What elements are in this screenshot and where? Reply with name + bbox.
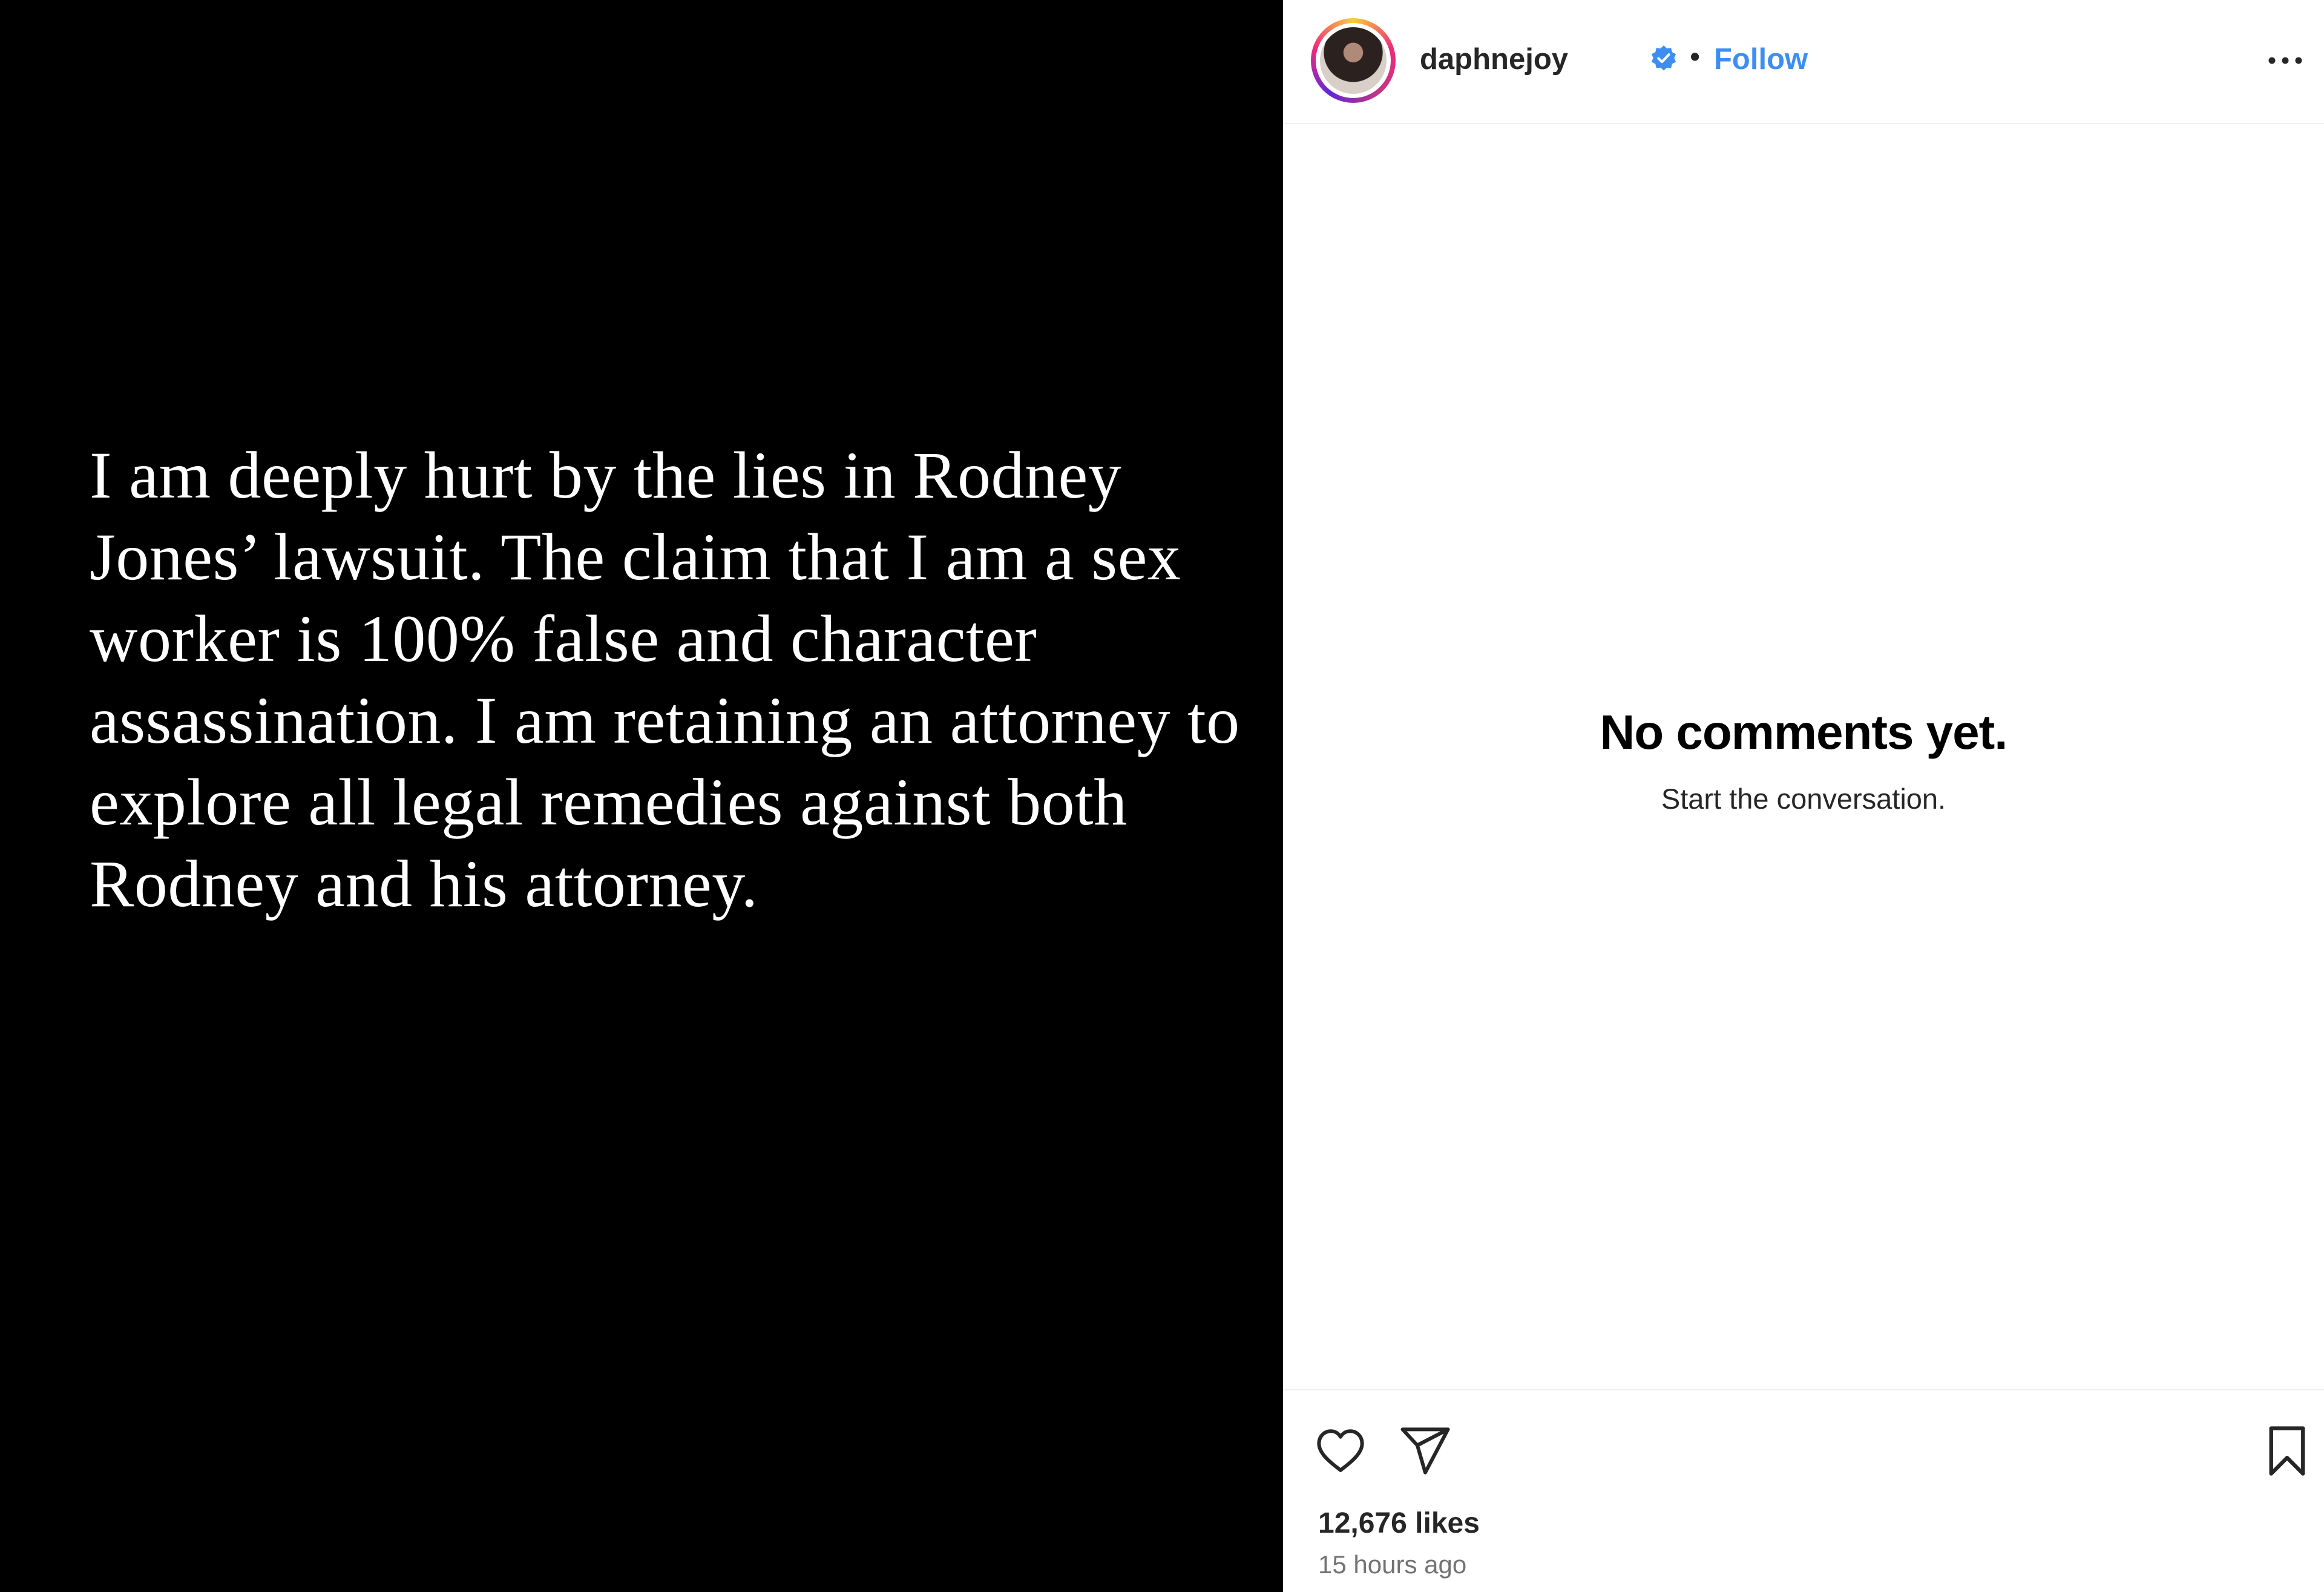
post-text: I am deeply hurt by the lies in Rodney J… (90, 438, 1240, 921)
post-header: daphnejoy • Follow (1283, 0, 2324, 124)
avatar-photo (1320, 27, 1387, 94)
post-actions-footer: 12,676 likes 15 hours ago (1283, 1389, 2324, 1592)
username-link[interactable]: daphnejoy (1420, 41, 1568, 77)
paper-plane-icon[interactable] (1398, 1424, 1452, 1478)
avatar[interactable] (1311, 18, 1396, 103)
no-comments-subtitle: Start the conversation. (1661, 783, 1946, 815)
post-viewer: I am deeply hurt by the lies in Rodney J… (0, 0, 2324, 1592)
post-side-panel: daphnejoy • Follow No comments yet. Star… (1283, 0, 2324, 1592)
follow-button[interactable]: Follow (1714, 41, 1808, 77)
post-media: I am deeply hurt by the lies in Rodney J… (0, 0, 1283, 1592)
heart-icon[interactable] (1313, 1424, 1368, 1478)
verified-badge-icon (1651, 45, 1676, 71)
post-timestamp[interactable]: 15 hours ago (1318, 1548, 1466, 1582)
separator-dot: • (1690, 41, 1701, 73)
likes-count[interactable]: 12,676 likes (1318, 1505, 1480, 1542)
no-comments-title: No comments yet. (1600, 705, 2007, 759)
more-options-icon[interactable] (2266, 48, 2305, 73)
bookmark-icon[interactable] (2266, 1424, 2308, 1478)
